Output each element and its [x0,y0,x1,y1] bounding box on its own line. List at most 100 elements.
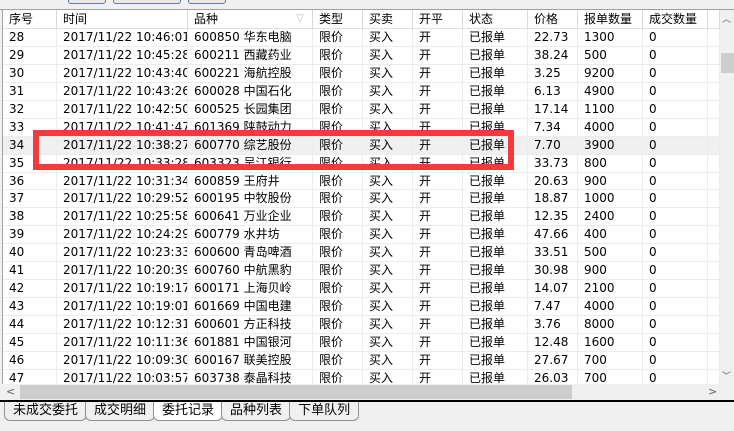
cell-9: 0 [643,208,708,226]
cell-2: 600601 方正科技 [188,316,313,333]
cell-6: 已报单 [463,262,528,280]
table-row[interactable]: 41 2017/11/22 10:20:39 600760 中航黑豹 限价 买入开已报单… [3,262,720,281]
table-row[interactable]: 43 2017/11/22 10:19:01 601669 中国电建 限价 买入开已报单… [3,298,720,316]
cell-1: 2017/11/22 10:24:29 [57,226,188,244]
cell-4: 买入 [363,316,413,333]
cell-5: 开 [413,46,463,64]
table-row[interactable]: 47 2017/11/22 10:03:57 603738 泰晶科技 限价 买入开已报单… [3,369,720,384]
cell-4: 买入 [363,172,413,190]
table-row[interactable]: 42 2017/11/22 10:19:17 600171 上海贝岭 限价 买入开已报单… [3,280,720,299]
cell-0: 32 [3,100,57,118]
cell-4: 买入 [363,351,413,369]
cell-1: 2017/11/22 10:41:47 [57,118,188,136]
column-header[interactable]: 买卖 [363,10,413,28]
vertical-scroll-thumb[interactable] [721,53,734,73]
cell-2: 600221 海航控股 [188,64,313,82]
table-row[interactable]: 33 2017/11/22 10:41:47 601369 陕鼓动力 限价 买入开已报单… [3,118,720,137]
tab-4[interactable]: 下单队列 [289,402,360,421]
cell-0: 30 [3,64,57,82]
tab-1[interactable]: 成交明细 [85,402,156,421]
cell-9: 0 [643,172,708,190]
toolbar-button[interactable] [113,0,181,4]
column-header[interactable]: 报单数量 [578,10,643,28]
scroll-up-icon[interactable]: ︿ [722,12,731,25]
table-body: 28 2017/11/22 10:46:01 600850 华东电脑 限价 买入开已报单… [3,29,720,384]
cell-extra [708,118,720,136]
cell-3: 限价 [313,118,363,136]
column-header[interactable]: 价格 [528,10,578,28]
table-row[interactable]: 29 2017/11/22 10:45:28 600211 西藏药业 限价 买入开已报单… [3,46,720,65]
cell-0: 47 [3,369,57,384]
table-row[interactable]: 37 2017/11/22 10:29:52 600195 中牧股份 限价 买入开已报单… [3,190,720,209]
table-row[interactable]: 32 2017/11/22 10:42:50 600525 长园集团 限价 买入开已报单… [3,100,720,119]
cell-1: 2017/11/22 10:25:58 [57,208,188,226]
table-row[interactable]: 30 2017/11/22 10:43:40 600221 海航控股 限价 买入开已报单… [3,64,720,83]
cell-3: 限价 [313,298,363,315]
column-header-label: 开平 [419,12,444,26]
cell-2: 601881 中国银河 [188,333,313,351]
cell-4: 买入 [363,82,413,100]
cell-5: 开 [413,154,463,172]
cell-9: 0 [643,118,708,136]
table-row[interactable]: 28 2017/11/22 10:46:01 600850 华东电脑 限价 买入开已报单… [3,29,720,47]
table-row[interactable]: 35 2017/11/22 10:33:28 603323 吴江银行 限价 买入开已报单… [3,154,720,173]
sort-icon[interactable]: ▽ [296,10,304,28]
cell-7: 20.63 [528,172,578,190]
table-row[interactable]: 46 2017/11/22 10:09:30 600167 联美控股 限价 买入开已报单… [3,351,720,370]
cell-6: 已报单 [463,29,528,46]
cell-6: 已报单 [463,154,528,172]
cell-0: 31 [3,82,57,100]
column-header[interactable]: 开平 [413,10,463,28]
cell-0: 42 [3,280,57,298]
scroll-right-icon[interactable]: > [708,385,717,398]
cell-1: 2017/11/22 10:46:01 [57,29,188,46]
table-row[interactable]: 38 2017/11/22 10:25:58 600641 万业企业 限价 买入开已报单… [3,208,720,227]
toolbar-button[interactable] [188,0,226,4]
table-row[interactable]: 45 2017/11/22 10:11:36 601881 中国银河 限价 买入开已报单… [3,333,720,352]
cell-8: 900 [578,172,643,190]
cell-3: 限价 [313,136,363,154]
column-header[interactable]: 序号 [3,10,57,28]
tab-2[interactable]: 委托记录 [153,402,224,421]
column-header[interactable]: 时间 [57,10,188,28]
cell-6: 已报单 [463,82,528,100]
bottom-tabs: 未成交委托 成交明细 委托记录 品种列表 下单队列 [0,400,734,422]
vertical-scrollbar[interactable]: ︿ ﹀ [720,10,734,384]
scroll-left-icon[interactable]: < [6,385,15,398]
cell-5: 开 [413,172,463,190]
cell-6: 已报单 [463,100,528,118]
cell-4: 买入 [363,298,413,315]
cell-9: 0 [643,262,708,280]
cell-5: 开 [413,280,463,298]
table-row[interactable]: 40 2017/11/22 10:23:33 600600 青岛啤酒 限价 买入开已报单… [3,244,720,263]
cell-3: 限价 [313,226,363,244]
tab-3[interactable]: 品种列表 [221,402,292,421]
tab-0[interactable]: 未成交委托 [4,402,88,421]
cell-4: 买入 [363,280,413,298]
column-header[interactable] [708,10,720,28]
scroll-down-icon[interactable]: ﹀ [722,369,731,382]
toolbar-button[interactable] [68,0,106,4]
horizontal-scroll-thumb[interactable] [20,385,572,399]
toolbar [0,0,734,10]
table-row[interactable]: 44 2017/11/22 10:12:31 600601 方正科技 限价 买入开已报单… [3,316,720,334]
cell-0: 46 [3,351,57,369]
column-header[interactable]: 状态 [463,10,528,28]
cell-2: 600211 西藏药业 [188,46,313,64]
column-header[interactable]: 类型 [313,10,363,28]
cell-1: 2017/11/22 10:19:01 [57,298,188,315]
table-row[interactable]: 34 2017/11/22 10:38:27 600770 综艺股份 限价 买入开已报单… [3,136,720,155]
table-row[interactable]: 39 2017/11/22 10:24:29 600779 水井坊 限价 买入开已报单 4… [3,226,720,245]
cell-5: 开 [413,118,463,136]
cell-8: 8000 [578,316,643,333]
table-row[interactable]: 31 2017/11/22 10:43:26 600028 中国石化 限价 买入开已报单… [3,82,720,101]
cell-5: 开 [413,262,463,280]
cell-0: 33 [3,118,57,136]
horizontal-scrollbar[interactable]: < > [2,384,720,400]
column-header[interactable]: 品种 ▽ [188,10,313,28]
table-row[interactable]: 36 2017/11/22 10:31:34 600859 王府井 限价 买入开已报单 2… [3,172,720,191]
column-header[interactable]: 成交数量 [643,10,708,28]
column-header-label: 时间 [63,12,88,26]
cell-8: 4900 [578,82,643,100]
cell-extra [708,351,720,369]
